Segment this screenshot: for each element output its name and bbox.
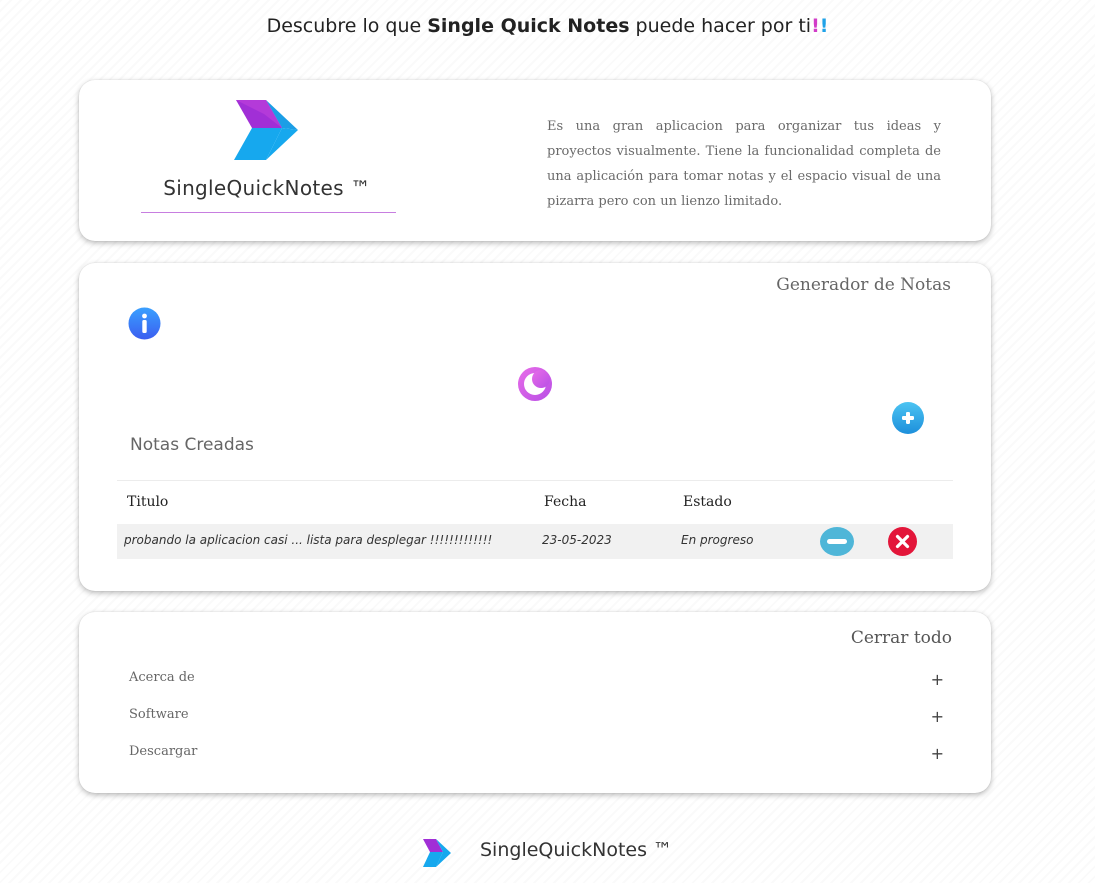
headline-exclamations: !! (811, 15, 828, 37)
generator-title: Generador de Notas (776, 275, 951, 295)
accordion-item-descargar[interactable]: Descargar + (129, 744, 944, 768)
plus-icon[interactable] (891, 401, 925, 435)
minus-icon[interactable] (820, 527, 854, 556)
page-headline: Descubre lo que Single Quick Notes puede… (0, 15, 1095, 37)
intro-card: SingleQuickNotes ™ Es una gran aplicacio… (79, 80, 991, 241)
notes-table-header: Titulo Fecha Estado (117, 480, 953, 524)
headline-suffix: puede hacer por ti (629, 15, 812, 37)
expand-plus-icon[interactable]: + (931, 670, 944, 689)
column-header-status: Estado (683, 494, 732, 510)
brand-logo-text: SingleQuickNotes ™ (163, 176, 371, 200)
notes-generator-card: Generador de Notas Notas Creadas Titulo … (79, 263, 991, 591)
expand-plus-icon[interactable]: + (931, 744, 944, 763)
table-row[interactable]: probando la aplicacion casi ... lista pa… (117, 524, 953, 559)
accordion-label: Descargar (129, 744, 198, 759)
note-date-cell: 23-05-2023 (542, 533, 612, 547)
note-status-cell: En progreso (681, 533, 754, 547)
footer-brand: SingleQuickNotes ™ (480, 839, 673, 861)
brand-logo-icon (234, 100, 298, 160)
notes-section-title: Notas Creadas (130, 435, 254, 455)
column-header-date: Fecha (544, 494, 587, 510)
headline-brand: Single Quick Notes (427, 15, 630, 37)
headline-prefix: Descubre lo que (266, 15, 428, 37)
accordion-item-software[interactable]: Software + (129, 707, 944, 731)
notes-table: Titulo Fecha Estado probando la aplicaci… (117, 480, 953, 559)
app-description: Es una gran aplicacion para organizar tu… (547, 119, 941, 209)
accordion-card: Cerrar todo Acerca de + Software + Desca… (79, 612, 991, 793)
column-header-title: Titulo (127, 494, 169, 510)
accordion-label: Acerca de (129, 670, 195, 685)
exclamation-pink: ! (811, 15, 820, 37)
accordion-label: Software (129, 707, 189, 722)
exclamation-blue: ! (819, 15, 829, 37)
moon-icon[interactable] (517, 366, 553, 402)
note-title-cell: probando la aplicacion casi ... lista pa… (124, 533, 493, 547)
close-icon[interactable] (888, 527, 917, 556)
accordion-item-acerca[interactable]: Acerca de + (129, 670, 944, 694)
footer-logo-icon (423, 839, 451, 867)
logo-underline (141, 212, 396, 213)
close-all-button[interactable]: Cerrar todo (851, 628, 952, 648)
expand-plus-icon[interactable]: + (931, 707, 944, 726)
info-icon[interactable] (128, 307, 161, 340)
